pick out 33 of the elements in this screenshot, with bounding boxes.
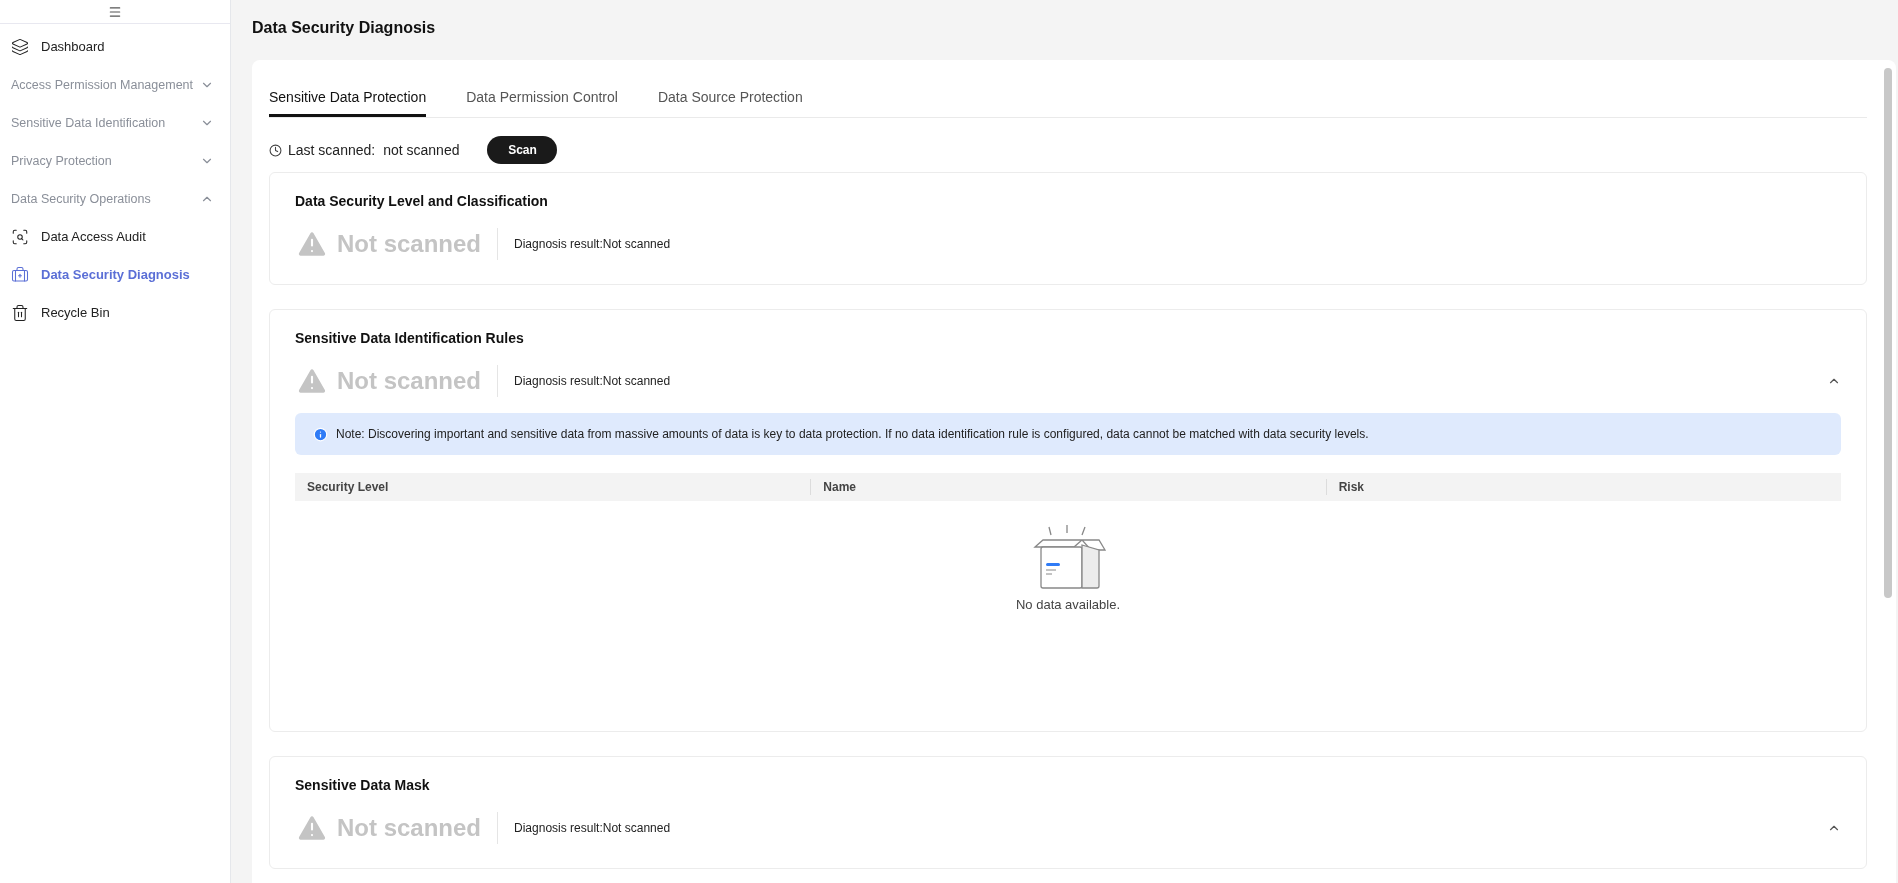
scan-button[interactable]: Scan: [487, 136, 558, 164]
sidebar-item[interactable]: Dashboard: [0, 28, 230, 66]
tab[interactable]: Sensitive Data Protection: [269, 80, 427, 117]
section-title: Sensitive Data Identification Rules: [295, 329, 525, 348]
last-scanned-label: Last scanned:: [288, 140, 376, 160]
tab[interactable]: Data Source Protection: [657, 80, 803, 117]
column-header: Name: [823, 479, 856, 496]
layers-icon: [11, 38, 29, 56]
sidebar-item[interactable]: Recycle Bin: [0, 294, 230, 332]
diagnosis-result: Diagnosis result:Not scanned: [514, 236, 671, 253]
tab[interactable]: Data Permission Control: [466, 80, 618, 117]
info-icon: [313, 426, 328, 442]
briefcase-icon: [11, 266, 29, 284]
clock-icon: [269, 143, 282, 157]
note-text: Note: Discovering important and sensitive data from massive amounts of data is key to data protection. If no data identification rule is configured, data cannot be matched with data security levels.: [336, 426, 1369, 443]
column-header: Risk: [1338, 479, 1364, 496]
page-title: Data Security Diagnosis: [252, 18, 437, 38]
trash-icon: [11, 304, 29, 322]
section-title: Data Security Level and Classification: [295, 192, 549, 211]
status-text: Not scanned: [337, 366, 482, 396]
menu-icon[interactable]: [108, 4, 122, 19]
status-text: Not scanned: [337, 813, 482, 843]
diagnosis-result: Diagnosis result:Not scanned: [514, 820, 671, 837]
sidebar-item[interactable]: Data Access Audit: [0, 218, 230, 256]
status-text: Not scanned: [337, 229, 482, 259]
sidebar-item[interactable]: Data Security Diagnosis: [0, 256, 230, 294]
scan-icon: [11, 228, 29, 246]
scrollbar[interactable]: [1884, 68, 1892, 598]
last-scanned-value: not scanned: [383, 140, 460, 160]
empty-state-text: No data available.: [1015, 596, 1121, 614]
section-title: Sensitive Data Mask: [295, 776, 431, 795]
column-header: Security Level: [307, 479, 389, 496]
diagnosis-result: Diagnosis result:Not scanned: [514, 373, 671, 390]
